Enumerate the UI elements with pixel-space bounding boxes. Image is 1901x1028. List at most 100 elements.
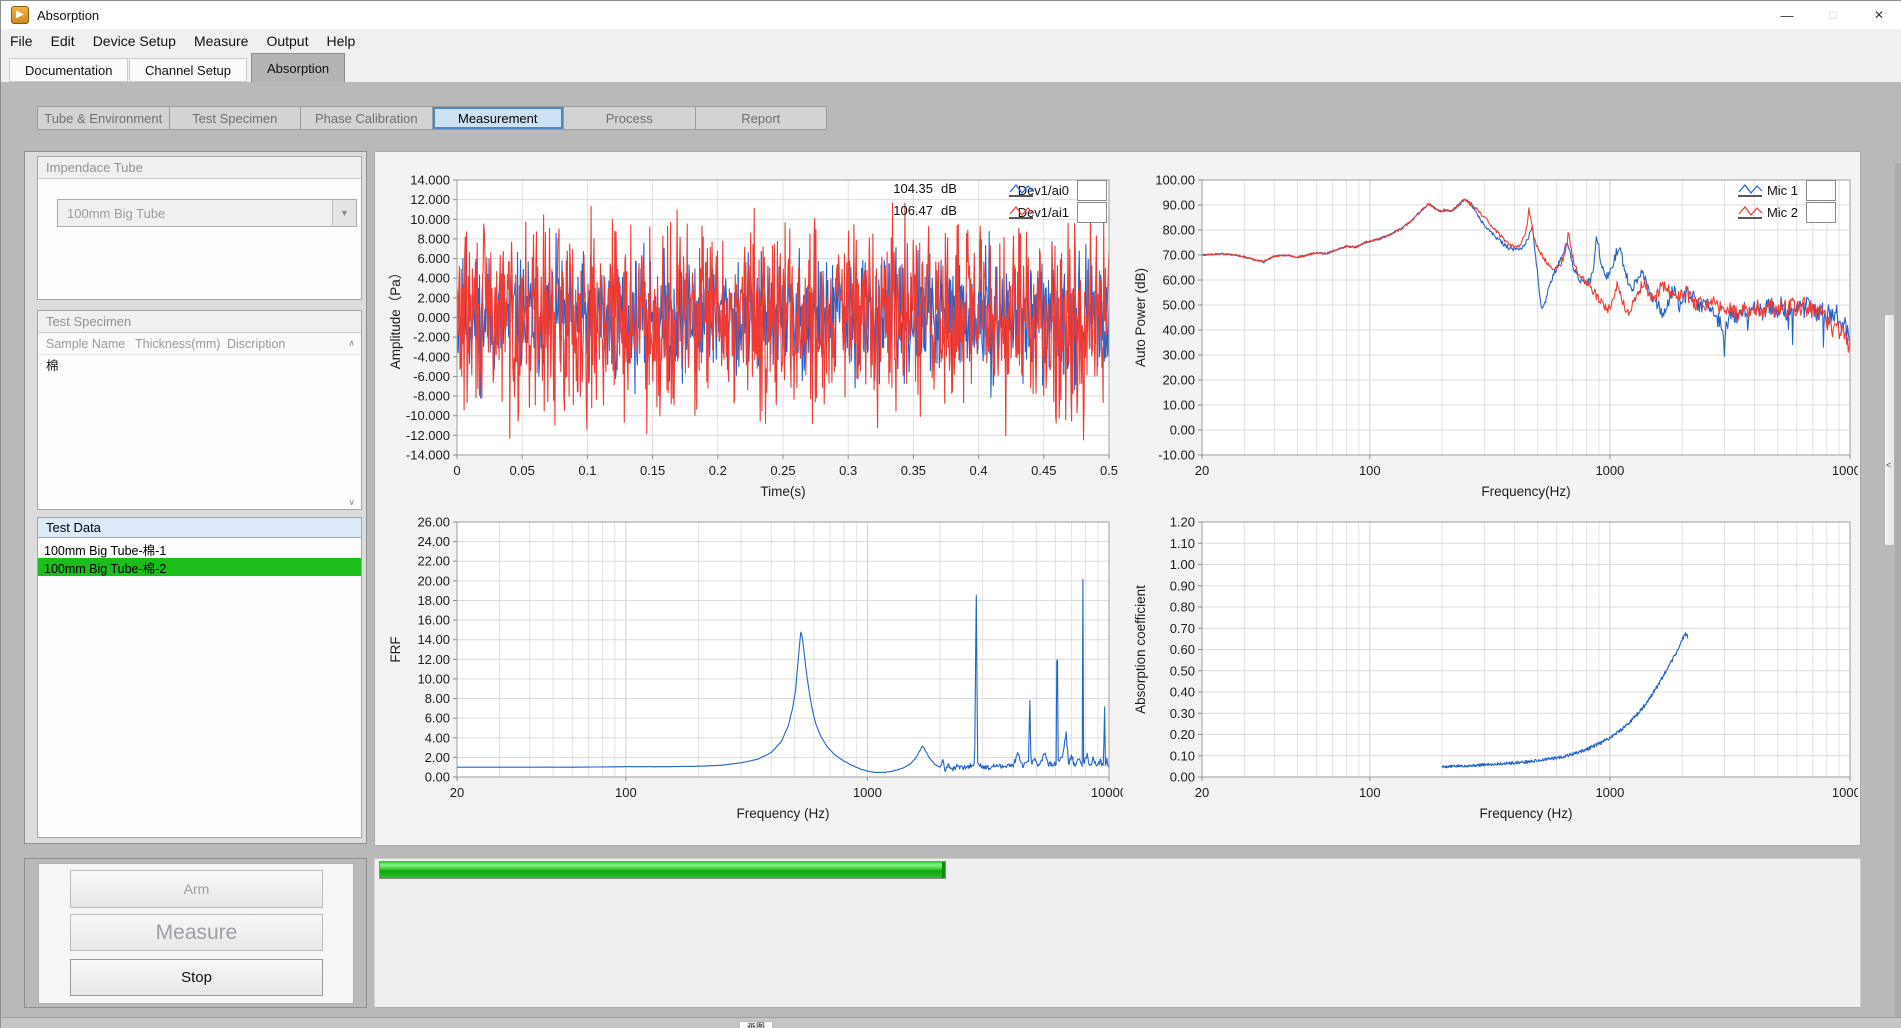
absorption-page: Tube & Environment Test Specimen Phase C… (1, 82, 1901, 1028)
menu-help[interactable]: Help (317, 29, 364, 53)
svg-text:10.00: 10.00 (1162, 398, 1195, 413)
stop-button[interactable]: Stop (70, 959, 323, 996)
scroll-down-icon[interactable]: ∨ (348, 497, 355, 508)
specimen-table-header: Sample Name Thickness(mm) Discription ∧ (38, 333, 361, 355)
menu-device-setup[interactable]: Device Setup (84, 29, 185, 53)
svg-text:0.3: 0.3 (839, 463, 857, 478)
subtab-report[interactable]: Report (696, 107, 827, 129)
legend-mic1[interactable]: Mic 1 (1736, 180, 1836, 201)
legend-mic2[interactable]: Mic 2 (1736, 202, 1836, 223)
svg-text:14.000: 14.000 (410, 173, 450, 188)
svg-text:4.00: 4.00 (425, 730, 450, 745)
svg-text:20: 20 (450, 785, 464, 800)
col-discription: Discription (227, 337, 317, 351)
svg-text:-12.000: -12.000 (406, 428, 450, 443)
svg-text:-10.00: -10.00 (1158, 448, 1195, 463)
impedance-tube-group: Impendace Tube 100mm Big Tube ▼ (37, 156, 362, 300)
panel-collapse-handle[interactable]: < (1884, 314, 1895, 546)
auto-power-graph[interactable]: 100.0090.0080.0070.0060.0050.0040.0030.0… (1130, 168, 1858, 518)
svg-text:0.50: 0.50 (1170, 663, 1195, 678)
svg-text:0.20: 0.20 (1170, 727, 1195, 742)
svg-text:1000: 1000 (1595, 785, 1624, 800)
svg-text:1.00: 1.00 (1170, 557, 1195, 572)
svg-text:100.00: 100.00 (1155, 173, 1195, 188)
title-bar: ▶ Absorption — □ ✕ (1, 1, 1901, 29)
scroll-up-icon[interactable]: ∧ (348, 338, 355, 349)
taskbar-edge: 画图 (1, 1017, 1901, 1028)
svg-text:Auto Power (dB): Auto Power (dB) (1133, 268, 1148, 367)
menu-measure[interactable]: Measure (185, 29, 257, 53)
taskbar-app-item[interactable]: 画图 (739, 1021, 773, 1028)
subtab-bar: Tube & Environment Test Specimen Phase C… (37, 106, 827, 130)
tab-channel-setup[interactable]: Channel Setup (129, 58, 247, 82)
svg-text:0.00: 0.00 (1170, 423, 1195, 438)
legend-dev1-ai0[interactable]: Dev1/ai0 (1007, 180, 1107, 201)
svg-text:1.20: 1.20 (1170, 515, 1195, 530)
measurement-progress-bar (379, 861, 946, 879)
maximize-button[interactable]: □ (1810, 1, 1856, 29)
absorption-coefficient-graph[interactable]: 1.201.101.000.900.800.700.600.500.400.30… (1130, 510, 1858, 840)
svg-text:60.00: 60.00 (1162, 273, 1195, 288)
right-edge-strip (1895, 163, 1901, 1028)
svg-text:0.00: 0.00 (425, 770, 450, 785)
subtab-process[interactable]: Process (564, 107, 695, 129)
plot-sample-icon (1077, 202, 1107, 223)
menu-edit[interactable]: Edit (42, 29, 84, 53)
svg-text:26.00: 26.00 (417, 515, 450, 530)
svg-text:0.5: 0.5 (1100, 463, 1118, 478)
frf-graph[interactable]: 26.0024.0022.0020.0018.0016.0014.0012.00… (383, 510, 1123, 840)
menu-file[interactable]: File (1, 29, 42, 53)
menu-output[interactable]: Output (257, 29, 317, 53)
minimize-button[interactable]: — (1764, 1, 1810, 29)
svg-text:0.2: 0.2 (709, 463, 727, 478)
svg-text:80.00: 80.00 (1162, 223, 1195, 238)
svg-text:100: 100 (1359, 785, 1381, 800)
test-specimen-group: Test Specimen Sample Name Thickness(mm) … (37, 310, 362, 510)
svg-text:0.05: 0.05 (510, 463, 535, 478)
impedance-tube-select[interactable]: 100mm Big Tube ▼ (57, 199, 357, 227)
arm-button[interactable]: Arm (70, 870, 323, 908)
close-button[interactable]: ✕ (1856, 1, 1901, 29)
status-panel (374, 858, 1861, 1008)
specimen-table-body: 棉 ∨ (38, 355, 361, 510)
dropdown-arrow-icon[interactable]: ▼ (332, 200, 356, 226)
svg-text:20.00: 20.00 (417, 573, 450, 588)
list-item-selected[interactable]: 100mm Big Tube-棉-2 (38, 558, 361, 576)
svg-text:0.25: 0.25 (770, 463, 795, 478)
svg-text:2.00: 2.00 (425, 750, 450, 765)
subtab-phase-calibration[interactable]: Phase Calibration (301, 107, 432, 129)
svg-text:0.90: 0.90 (1170, 578, 1195, 593)
svg-text:0.000: 0.000 (417, 310, 450, 325)
svg-text:10000: 10000 (1091, 785, 1123, 800)
menu-bar: File Edit Device Setup Measure Output He… (1, 29, 1901, 53)
svg-text:0.1: 0.1 (578, 463, 596, 478)
svg-text:1000: 1000 (1595, 463, 1624, 478)
tab-absorption[interactable]: Absorption (251, 53, 345, 82)
svg-text:-2.000: -2.000 (413, 330, 450, 345)
svg-text:30.00: 30.00 (1162, 348, 1195, 363)
time-waveform-graph[interactable]: 14.00012.00010.0008.0006.0004.0002.0000.… (383, 168, 1123, 518)
svg-text:-14.000: -14.000 (406, 448, 450, 463)
subtab-test-specimen[interactable]: Test Specimen (170, 107, 301, 129)
svg-text:-10.000: -10.000 (406, 408, 450, 423)
tab-documentation[interactable]: Documentation (9, 58, 128, 82)
table-row[interactable]: 棉 (38, 355, 361, 373)
svg-text:0.40: 0.40 (1170, 685, 1195, 700)
svg-text:6.000: 6.000 (417, 251, 450, 266)
control-button-panel: Arm Measure Stop (38, 863, 354, 1004)
list-item[interactable]: 100mm Big Tube-棉-1 (38, 540, 361, 558)
svg-text:Frequency (Hz): Frequency (Hz) (736, 806, 829, 821)
subtab-tube-environment[interactable]: Tube & Environment (38, 107, 169, 129)
svg-text:10.00: 10.00 (417, 671, 450, 686)
subtab-measurement[interactable]: Measurement (433, 107, 564, 129)
legend-dev1-ai1[interactable]: Dev1/ai1 (1007, 202, 1107, 223)
plot-sample-icon (1077, 180, 1107, 201)
svg-text:0: 0 (453, 463, 460, 478)
test-data-list: 100mm Big Tube-棉-1 100mm Big Tube-棉-2 (37, 538, 362, 838)
svg-text:12.000: 12.000 (410, 192, 450, 207)
svg-text:18.00: 18.00 (417, 593, 450, 608)
svg-text:20: 20 (1195, 463, 1209, 478)
measure-button[interactable]: Measure (70, 914, 323, 951)
svg-text:Amplitude（Pa）: Amplitude（Pa） (388, 266, 403, 370)
left-panel: Impendace Tube 100mm Big Tube ▼ Test Spe… (24, 151, 367, 844)
